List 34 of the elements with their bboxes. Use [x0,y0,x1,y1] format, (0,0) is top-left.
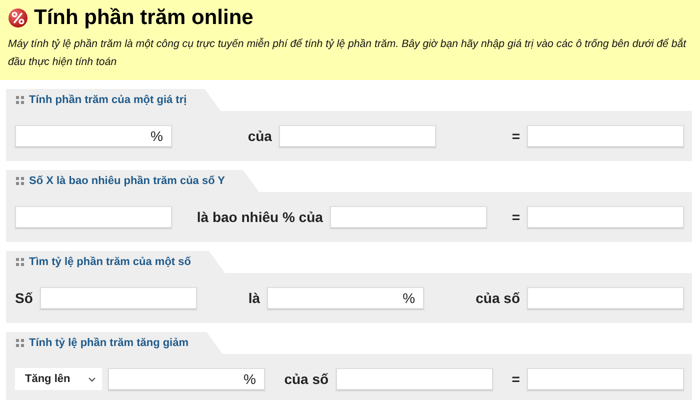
field-label: = [512,128,520,144]
input-field[interactable] [336,368,493,390]
section-title: Tính phần trăm của một giá trị [29,94,187,106]
input-field[interactable] [15,206,172,228]
dropdown[interactable]: Tăng lên [15,368,102,390]
input-field[interactable] [330,206,487,228]
grip-icon [16,258,24,266]
input-field[interactable] [278,125,436,147]
page-title: Tính phần trăm online [34,6,254,30]
section-title: Tìm tỷ lệ phần trăm của một số [29,256,191,268]
field-label: là [248,290,260,306]
input-field[interactable]: % [15,125,172,147]
field-label: của số [284,371,329,387]
field-label: = [512,209,520,225]
percent-icon [8,8,28,28]
input-field[interactable] [40,287,197,309]
input-field[interactable]: % [108,368,265,390]
input-field[interactable]: % [267,287,424,309]
input-field[interactable] [527,287,684,309]
field-label: = [512,371,520,387]
input-field[interactable] [527,206,684,228]
grip-icon [16,177,24,185]
description-text: Máy tính tỷ lệ phần trăm là một công cụ trực tuyến miễn phí để tính tỷ lệ phần trăm. Bây giờ bạn hãy nhập giá trị vào các ô trống bên dưới để bắt đầu thực hiện tính toán [8,36,688,70]
caret-icon [88,376,96,382]
section-title: Số X là bao nhiêu phần trăm của số Y [29,175,226,187]
input-field[interactable] [527,125,684,147]
field-label: của [248,128,272,144]
field-label: Số [15,290,33,306]
grip-icon [16,339,24,347]
section-title: Tính tỷ lệ phần trăm tăng giảm [29,337,189,349]
field-label: là bao nhiêu % của [196,209,323,225]
field-label: của số [476,290,520,306]
grip-icon [16,96,24,104]
input-field[interactable] [526,368,684,390]
